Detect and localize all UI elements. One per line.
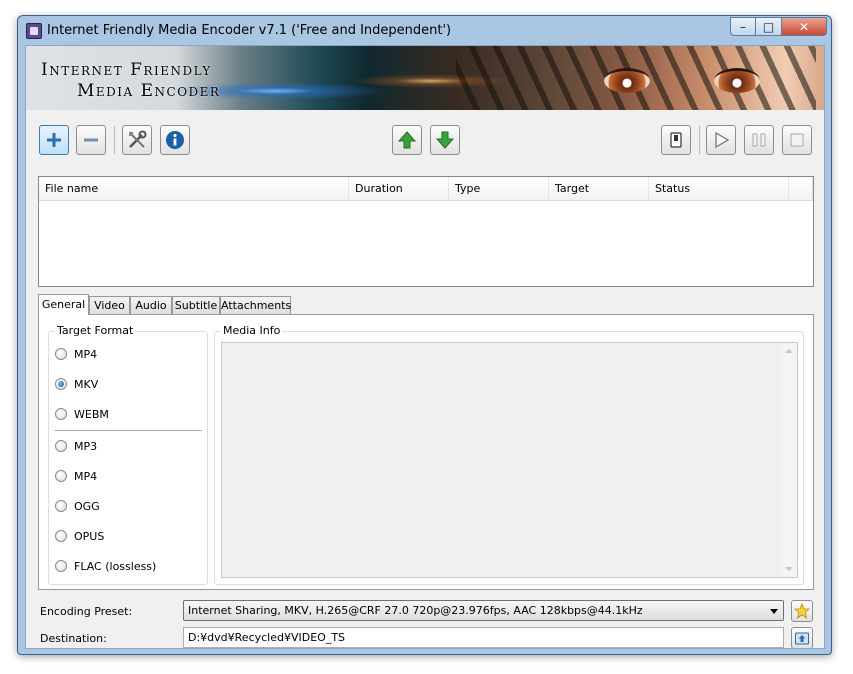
radio-option-mp4-audio[interactable]: MP4	[55, 468, 97, 484]
radio-button[interactable]	[55, 530, 67, 542]
radio-button[interactable]	[55, 440, 67, 452]
radio-option-ogg[interactable]: OGG	[55, 498, 100, 514]
radio-label: MP3	[74, 439, 98, 453]
encoding-preset-value: Internet Sharing, MKV, H.265@CRF 27.0 72…	[188, 604, 643, 617]
title-bar[interactable]: Internet Friendly Media Encoder v7.1 ('F…	[18, 16, 831, 46]
tab-audio[interactable]: Audio	[130, 296, 172, 314]
toolbar-separator	[114, 126, 115, 154]
radio-option-mkv[interactable]: MKV	[55, 376, 98, 392]
radio-option-mp4-video[interactable]: MP4	[55, 346, 97, 362]
media-info-text-area[interactable]	[221, 342, 798, 578]
target-format-title: Target Format	[55, 324, 136, 337]
pause-icon	[752, 133, 766, 147]
radio-option-opus[interactable]: OPUS	[55, 528, 104, 544]
column-type[interactable]: Type	[449, 177, 549, 201]
scroll-down-icon[interactable]	[785, 567, 793, 571]
app-icon[interactable]	[26, 23, 42, 39]
info-button[interactable]	[160, 125, 190, 155]
radio-label: FLAC (lossless)	[74, 559, 157, 573]
radio-button-selected[interactable]	[55, 378, 67, 390]
plus-icon	[47, 133, 61, 147]
chevron-down-icon	[770, 609, 778, 614]
arrow-up-icon	[397, 131, 417, 149]
shutdown-toggle-button[interactable]	[661, 125, 691, 155]
star-icon	[794, 603, 810, 619]
radio-label: MP4	[74, 469, 98, 483]
move-up-button[interactable]	[392, 125, 422, 155]
anime-eye-left	[604, 68, 650, 93]
tools-icon	[129, 130, 147, 148]
minimize-button[interactable]: –	[730, 17, 756, 36]
radio-option-flac[interactable]: FLAC (lossless)	[55, 558, 156, 574]
tab-attachments[interactable]: Attachments	[220, 296, 291, 314]
general-tab-panel: Target Format MP4 MKV WEBM MP3 MP4 OGG O…	[38, 314, 814, 590]
radio-label: WEBM	[74, 407, 109, 421]
preset-favorite-button[interactable]	[791, 600, 813, 622]
remove-file-button[interactable]	[76, 125, 106, 155]
encoding-preset-label: Encoding Preset:	[40, 605, 133, 618]
power-switch-icon	[670, 132, 682, 148]
encoding-preset-dropdown[interactable]: Internet Sharing, MKV, H.265@CRF 27.0 72…	[183, 600, 784, 621]
stop-encoding-button[interactable]	[782, 125, 812, 155]
column-duration[interactable]: Duration	[349, 177, 449, 201]
play-icon	[715, 131, 730, 149]
media-info-title: Media Info	[221, 324, 283, 337]
folder-browse-icon	[795, 632, 809, 645]
format-separator	[55, 430, 202, 431]
move-down-button[interactable]	[430, 125, 460, 155]
close-button[interactable]: ✕	[782, 17, 827, 36]
client-area: Internet Friendly Media Encoder File nam…	[25, 45, 825, 649]
radio-button[interactable]	[55, 348, 67, 360]
column-target[interactable]: Target	[549, 177, 649, 201]
pause-encoding-button[interactable]	[744, 125, 774, 155]
radio-label: OGG	[74, 499, 100, 513]
arrow-down-icon	[435, 131, 455, 149]
radio-label: OPUS	[74, 529, 105, 543]
tab-subtitle[interactable]: Subtitle	[172, 296, 220, 314]
radio-option-webm[interactable]: WEBM	[55, 406, 109, 422]
window-title: Internet Friendly Media Encoder v7.1 ('F…	[47, 23, 452, 38]
tab-general[interactable]: General	[38, 294, 89, 315]
add-file-button[interactable]	[39, 125, 69, 155]
scroll-up-icon[interactable]	[785, 349, 793, 353]
radio-button[interactable]	[55, 408, 67, 420]
minus-icon	[84, 138, 98, 142]
toolbar-separator	[699, 126, 700, 154]
destination-input[interactable]: D:¥dvd¥Recycled¥VIDEO_TS	[183, 627, 784, 648]
file-list[interactable]: File name Duration Type Target Status	[38, 176, 814, 287]
radio-option-mp3[interactable]: MP3	[55, 438, 97, 454]
radio-label: MKV	[74, 377, 99, 391]
column-file-name[interactable]: File name	[39, 177, 349, 201]
radio-button[interactable]	[55, 560, 67, 572]
column-filler	[789, 177, 813, 201]
target-format-group: Target Format MP4 MKV WEBM MP3 MP4 OGG O…	[48, 324, 208, 585]
tab-video[interactable]: Video	[89, 296, 130, 314]
start-encoding-button[interactable]	[706, 125, 736, 155]
banner-title-line2: Media Encoder	[77, 81, 221, 101]
media-info-scrollbar[interactable]	[781, 343, 797, 577]
column-status[interactable]: Status	[649, 177, 789, 201]
stop-icon	[790, 133, 804, 147]
banner-image: Internet Friendly Media Encoder	[26, 46, 824, 110]
radio-button[interactable]	[55, 500, 67, 512]
media-info-group: Media Info	[214, 324, 804, 585]
maximize-button[interactable]: □	[756, 17, 782, 36]
settings-button[interactable]	[122, 125, 152, 155]
radio-label: MP4	[74, 347, 98, 361]
browse-destination-button[interactable]	[791, 627, 813, 648]
banner-title-line1: Internet Friendly	[41, 60, 212, 80]
window-controls: – □ ✕	[730, 17, 827, 36]
radio-button[interactable]	[55, 470, 67, 482]
destination-label: Destination:	[40, 632, 107, 645]
info-icon	[166, 131, 184, 149]
anime-eye-right	[714, 68, 760, 93]
app-window: Internet Friendly Media Encoder v7.1 ('F…	[17, 15, 832, 655]
